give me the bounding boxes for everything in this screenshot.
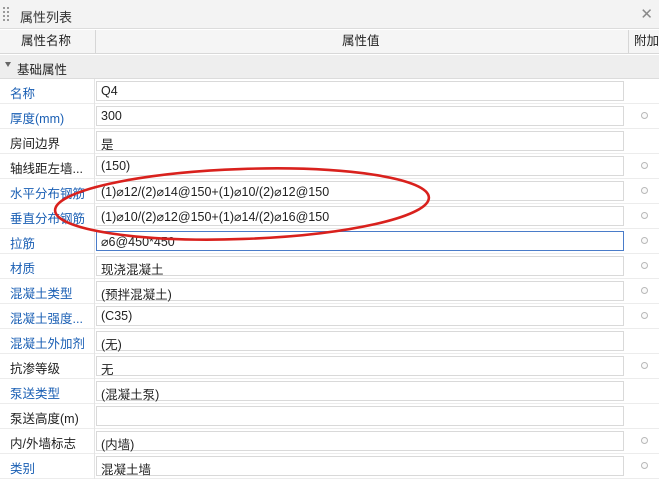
panel-titlebar: 属性列表 ✕ [0,0,659,29]
table-row[interactable]: 泵送类型 (混凝土泵) [0,379,659,404]
property-value-field[interactable]: 300 [96,106,624,126]
attach-radio[interactable] [641,187,648,194]
table-row[interactable]: 名称 Q4 [0,79,659,104]
property-name: 混凝土强度... [10,312,83,326]
property-value-field[interactable]: 是 [96,131,624,152]
property-name: 水平分布钢筋 [10,187,86,201]
table-row[interactable]: 材质 现浇混凝土 [0,254,659,279]
table-row[interactable]: 混凝土外加剂 (无) [0,329,659,354]
property-name: 混凝土类型 [10,287,73,301]
column-header-name[interactable]: 属性名称 [21,30,71,53]
table-row[interactable]: 房间边界 是 [0,129,659,154]
attach-radio[interactable] [641,262,648,269]
property-value-field[interactable]: (混凝土泵) [96,381,624,402]
attach-radio[interactable] [641,462,648,469]
property-value-text: (C35) [101,309,133,323]
property-name: 混凝土外加剂 [10,337,86,351]
property-value-text: (无) [101,338,122,352]
table-row[interactable]: 泵送高度(m) [0,404,659,429]
table-row[interactable]: 类别 混凝土墙 [0,454,659,479]
property-value-field[interactable]: 现浇混凝土 [96,256,624,277]
property-value-text: (内墙) [101,438,135,452]
property-value-text: (混凝土泵) [101,388,160,402]
table-row[interactable]: 混凝土强度... (C35) [0,304,659,329]
table-row[interactable]: 内/外墙标志 (内墙) [0,429,659,454]
property-name: 内/外墙标志 [10,437,76,451]
property-value-field[interactable]: (150) [96,156,624,176]
property-name: 轴线距左墙... [10,162,83,176]
property-name: 名称 [10,87,36,101]
property-value-field[interactable] [96,406,624,426]
property-value-text: (预拌混凝土) [101,288,172,302]
property-name: 垂直分布钢筋 [10,212,86,226]
attach-radio[interactable] [641,312,648,319]
panel-title: 属性列表 [20,10,73,25]
attach-radio[interactable] [641,112,648,119]
table-row[interactable]: 水平分布钢筋 (1)⌀12/(2)⌀14@150+(1)⌀10/(2)⌀12@15… [0,179,659,204]
property-value-field[interactable]: (内墙) [96,431,624,452]
property-value-field[interactable]: (1)⌀10/(2)⌀12@150+(1)⌀14/(2)⌀16@150 [96,206,624,226]
property-rows: 名称 Q4 厚度(mm) 300 房间边界 是轴线距左墙... (150) 水平分布钢筋 (1)… [0,79,659,479]
property-value-field[interactable]: (预拌混凝土) [96,281,624,302]
close-icon[interactable]: ✕ [640,5,653,23]
column-header-value[interactable]: 属性值 [342,30,380,53]
table-row[interactable]: 拉筋 ⌀6@450*450 [0,229,659,254]
property-value-text: (150) [101,159,131,173]
property-value-text: 无 [101,363,114,377]
attach-radio[interactable] [641,237,648,244]
property-value-text: 现浇混凝土 [101,263,164,277]
attach-radio[interactable] [641,162,648,169]
property-value-field[interactable]: 混凝土墙 [96,456,624,477]
attach-radio[interactable] [641,287,648,294]
property-value-field[interactable]: ⌀6@450*450 [96,231,624,251]
property-value-text: (1)⌀12/(2)⌀14@150+(1)⌀10/(2)⌀12@150 [101,185,330,199]
property-name: 泵送高度(m) [10,412,79,426]
property-name: 拉筋 [10,237,36,251]
table-row[interactable]: 轴线距左墙... (150) [0,154,659,179]
property-value-text: ⌀6@450*450 [101,235,175,249]
group-basic-properties[interactable]: 基础属性 [0,55,659,79]
table-row[interactable]: 混凝土类型 (预拌混凝土) [0,279,659,304]
attach-radio[interactable] [641,437,648,444]
property-value-text: Q4 [101,84,118,98]
property-value-text: (1)⌀10/(2)⌀12@150+(1)⌀14/(2)⌀16@150 [101,210,330,224]
property-value-field[interactable]: Q4 [96,81,624,101]
attach-radio[interactable] [641,212,648,219]
property-value-text: 是 [101,138,114,152]
table-row[interactable]: 垂直分布钢筋 (1)⌀10/(2)⌀12@150+(1)⌀14/(2)⌀16@15… [0,204,659,229]
property-name: 材质 [10,262,36,276]
collapse-caret-icon[interactable] [5,62,11,67]
column-header-extra[interactable]: 附加 [634,30,659,53]
property-value-field[interactable]: (1)⌀12/(2)⌀14@150+(1)⌀10/(2)⌀12@150 [96,181,624,201]
group-label: 基础属性 [17,63,68,77]
property-name: 房间边界 [10,137,61,151]
property-value-field[interactable]: (无) [96,331,624,352]
table-header: 属性名称 属性值 附加 [0,30,659,54]
property-name: 厚度(mm) [10,112,65,126]
property-value-text: 混凝土墙 [101,463,152,477]
property-name: 泵送类型 [10,387,61,401]
drag-handle-icon[interactable] [3,7,9,21]
attach-radio[interactable] [641,362,648,369]
table-row[interactable]: 抗渗等级 无 [0,354,659,379]
property-name: 抗渗等级 [10,362,61,376]
table-row[interactable]: 厚度(mm) 300 [0,104,659,129]
property-value-field[interactable]: (C35) [96,306,624,326]
property-name: 类别 [10,462,36,476]
property-value-field[interactable]: 无 [96,356,624,377]
property-value-text: 300 [101,109,122,123]
